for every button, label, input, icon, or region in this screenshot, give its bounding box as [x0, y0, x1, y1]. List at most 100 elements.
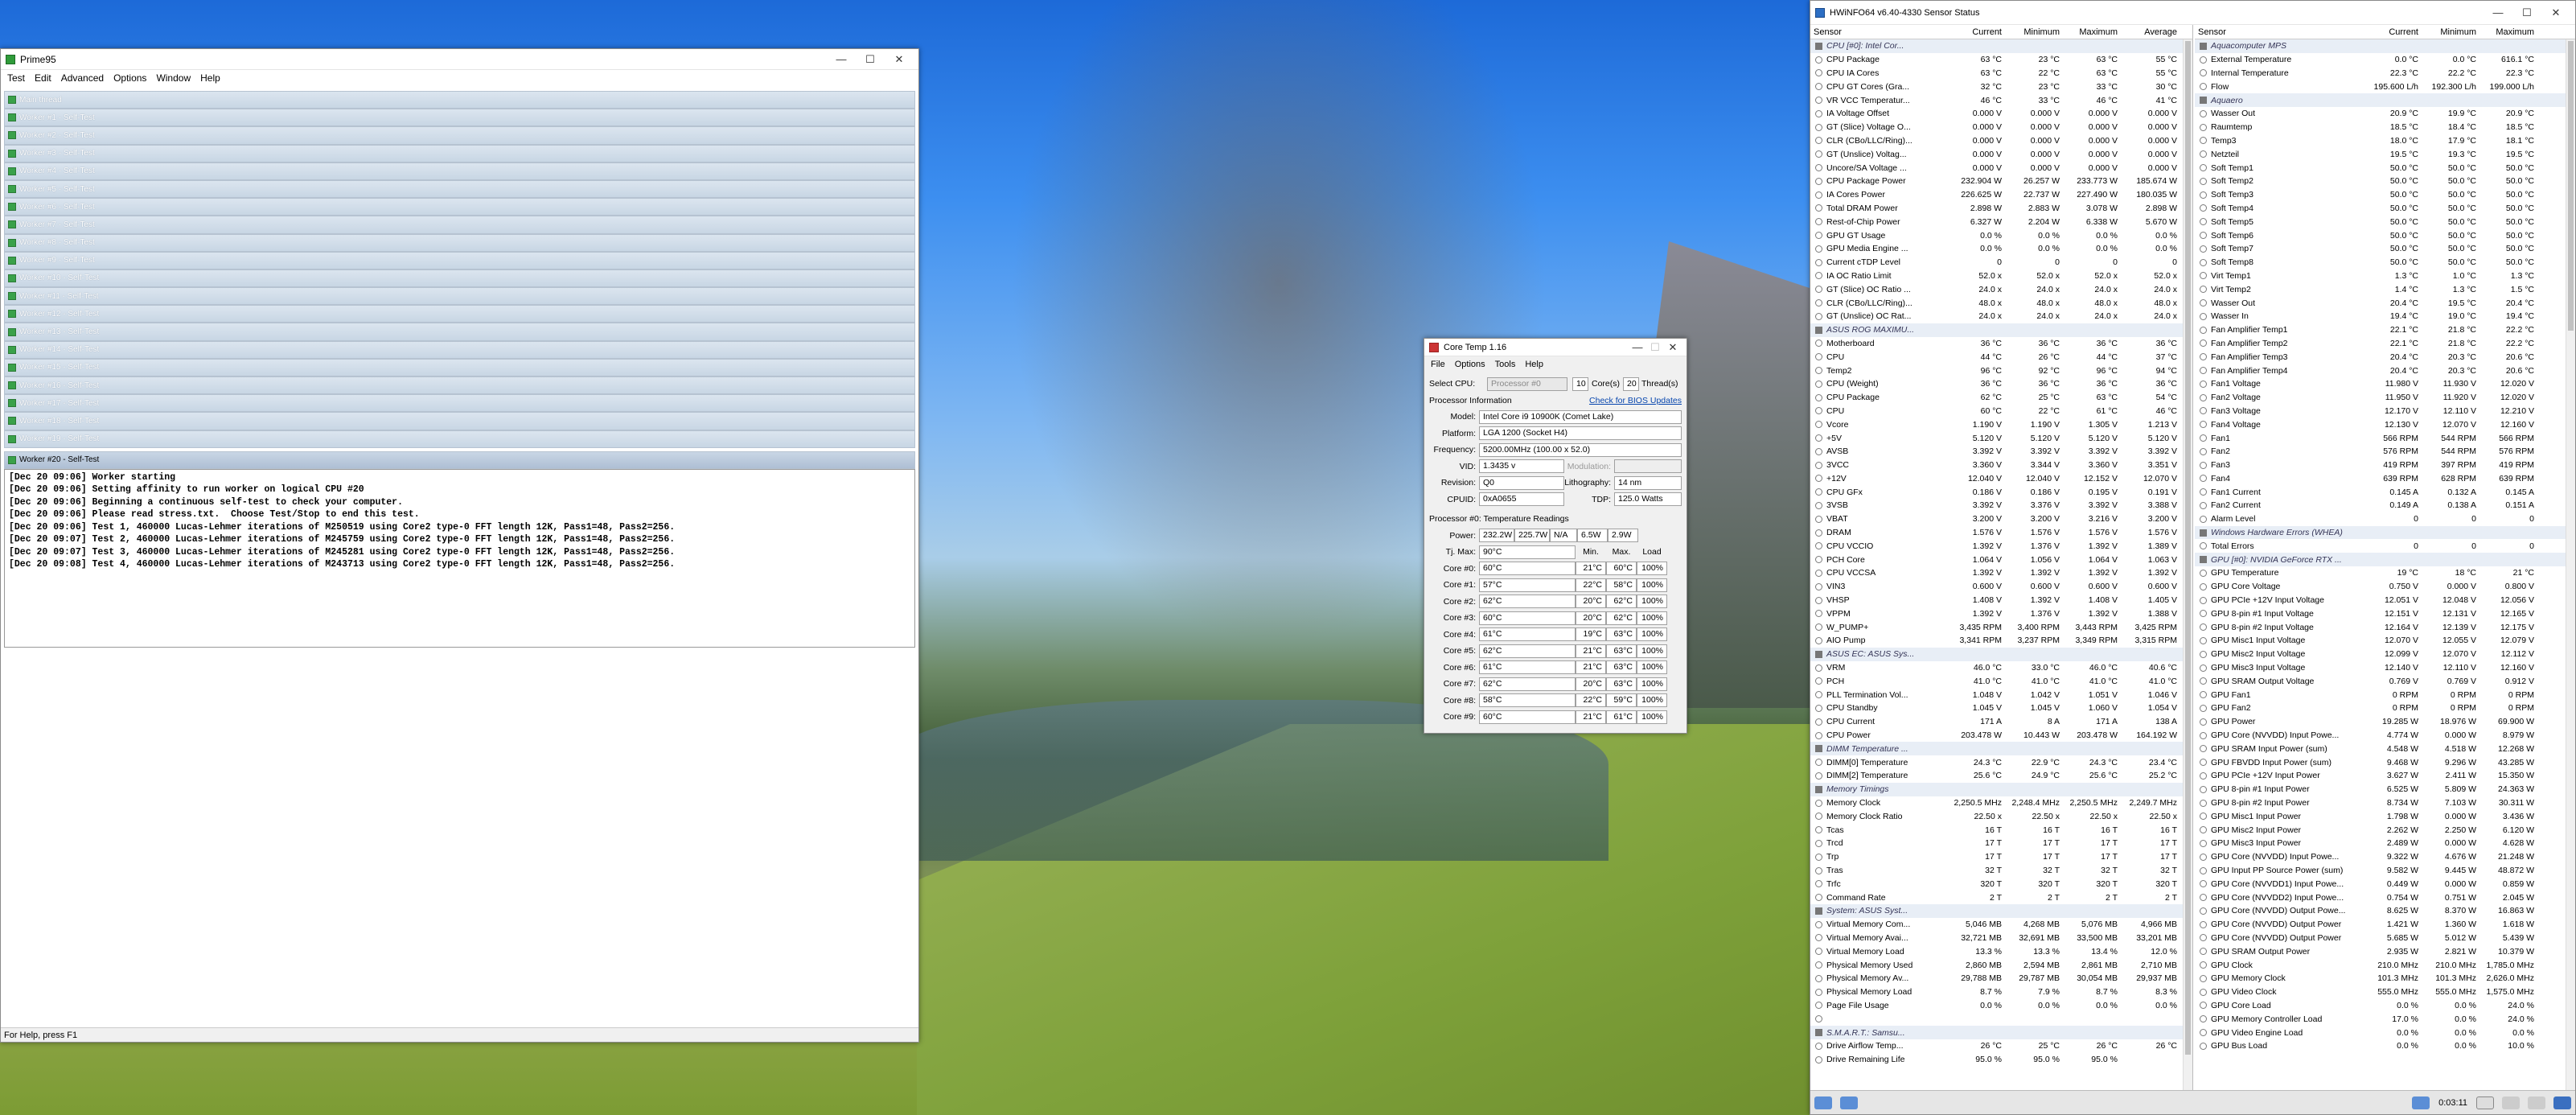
menu-test[interactable]: Test [2, 72, 30, 84]
sensor-row[interactable]: GPU GT Usage 0.0 % 0.0 % 0.0 % 0.0 % [1810, 228, 2192, 242]
sensor-row[interactable]: CPU Package 62 °C 25 °C 63 °C 54 °C [1810, 391, 2192, 405]
sensor-row[interactable]: Flow 195.600 L/h 192.300 L/h 199.000 L/h [2195, 80, 2575, 93]
sensor-row[interactable]: GPU Core (NVVDD) Output Power 1.421 W 1.36… [2195, 918, 2575, 932]
arrow-right-icon[interactable] [1840, 1096, 1858, 1109]
sensor-row[interactable]: Fan Amplifier Temp1 22.1 °C 21.8 °C 22.2 °C [2195, 323, 2575, 337]
clock-icon[interactable] [2476, 1096, 2494, 1109]
sensor-row[interactable]: Drive Airflow Temp... 26 °C 25 °C 26 °C 26 °… [1810, 1039, 2192, 1053]
sensor-row[interactable]: GPU 8-pin #1 Input Power 6.525 W 5.809 W 24… [2195, 783, 2575, 796]
sensor-row[interactable]: +5V 5.120 V 5.120 V 5.120 V 5.120 V [1810, 431, 2192, 445]
sensor-row[interactable]: GPU SRAM Output Power 2.935 W 2.821 W 10.37… [2195, 944, 2575, 958]
sensor-row[interactable]: Current cTDP Level 0 0 0 0 [1810, 256, 2192, 269]
sensor-row[interactable]: Fan4 639 RPM 628 RPM 639 RPM [2195, 472, 2575, 486]
menu-tools[interactable]: Tools [1490, 360, 1521, 369]
sensor-row[interactable]: CPU VCCSA 1.392 V 1.392 V 1.392 V 1.392 V [1810, 566, 2192, 580]
thread-window-titlebar[interactable]: Worker #10 - Self-Test [4, 269, 915, 288]
sensor-row[interactable]: 3VCC 3.360 V 3.344 V 3.360 V 3.351 V [1810, 459, 2192, 472]
active-thread-titlebar[interactable]: Worker #20 - Self-Test [4, 451, 915, 469]
sensor-row[interactable]: Fan2 Current 0.149 A 0.138 A 0.151 A [2195, 499, 2575, 512]
sensor-row[interactable]: Memory Clock 2,250.5 MHz 2,248.4 MHz 2,250.… [1810, 796, 2192, 810]
sensor-row[interactable]: CPU GFx 0.186 V 0.186 V 0.195 V 0.191 V [1810, 485, 2192, 499]
maximize-icon[interactable]: ☐ [1646, 341, 1664, 354]
sensor-row[interactable]: Wasser Out 20.9 °C 19.9 °C 20.9 °C [2195, 107, 2575, 121]
sensor-row[interactable]: GPU Power 19.285 W 18.976 W 69.900 W [2195, 715, 2575, 729]
sensor-row[interactable]: Memory Clock Ratio 22.50 x 22.50 x 22.50 x 2… [1810, 809, 2192, 823]
arrow-left-icon[interactable] [1814, 1096, 1832, 1109]
sensor-row[interactable]: CPU 60 °C 22 °C 61 °C 46 °C [1810, 405, 2192, 418]
sensor-row[interactable]: VR VCC Temperatur... 46 °C 33 °C 46 °C 41 °C [1810, 93, 2192, 107]
minimize-icon[interactable]: — [827, 53, 856, 65]
sensor-row[interactable]: DRAM 1.576 V 1.576 V 1.576 V 1.576 V [1810, 526, 2192, 540]
sensor-row[interactable]: GPU 8-pin #2 Input Power 8.734 W 7.103 W 30… [2195, 796, 2575, 810]
sensor-row[interactable]: GPU Core (NVVDD) Input Powe... 9.322 W 4.6… [2195, 850, 2575, 864]
sensor-row[interactable]: PCH 41.0 °C 41.0 °C 41.0 °C 41.0 °C [1810, 674, 2192, 688]
sensor-row[interactable]: Soft Temp8 50.0 °C 50.0 °C 50.0 °C [2195, 256, 2575, 269]
sensor-row[interactable]: Drive Remaining Life 95.0 % 95.0 % 95.0 % [1810, 1053, 2192, 1067]
sensor-row[interactable]: Virtual Memory Avai... 32,721 MB 32,691 MB… [1810, 932, 2192, 945]
thread-window-titlebar[interactable]: Worker #16 - Self-Test [4, 376, 915, 395]
sensor-row[interactable]: Internal Temperature 22.3 °C 22.2 °C 22.3 °… [2195, 67, 2575, 80]
sensor-group-row[interactable]: S.M.A.R.T.: Samsu... [1810, 1026, 2192, 1039]
sensor-row[interactable]: CPU Standby 1.045 V 1.045 V 1.060 V 1.054 V [1810, 702, 2192, 715]
sensor-row[interactable]: Trfc 320 T 320 T 320 T 320 T [1810, 877, 2192, 891]
column-header[interactable]: Minimum [2422, 27, 2479, 37]
sensor-row[interactable]: CLR (CBo/LLC/Ring)... 48.0 x 48.0 x 48.0 x 4… [1810, 296, 2192, 310]
scrollbar-left[interactable] [2183, 39, 2192, 1090]
sensor-row[interactable]: GPU Core (NVVDD2) Input Powe... 0.754 W 0.… [2195, 891, 2575, 904]
cpu-select[interactable]: Processor #0 [1487, 376, 1567, 391]
sensor-row[interactable]: Temp2 96 °C 92 °C 96 °C 94 °C [1810, 364, 2192, 377]
sensor-row[interactable]: Fan1 566 RPM 544 RPM 566 RPM [2195, 431, 2575, 445]
maximize-icon[interactable]: ☐ [2512, 6, 2541, 19]
sensor-row[interactable]: Physical Memory Load 8.7 % 7.9 % 8.7 % 8.3 % [1810, 985, 2192, 999]
sensor-row[interactable]: GPU SRAM Output Voltage 0.769 V 0.769 V 0.9… [2195, 674, 2575, 688]
prime95-window[interactable]: Prime95 — ☐ ✕ Test Edit Advanced Options… [0, 48, 919, 1043]
sensor-row[interactable]: IA OC Ratio Limit 52.0 x 52.0 x 52.0 x 52.0 … [1810, 269, 2192, 283]
sensor-row[interactable]: GPU Temperature 19 °C 18 °C 21 °C [2195, 566, 2575, 580]
sensor-row[interactable]: Fan1 Voltage 11.980 V 11.930 V 12.020 V [2195, 377, 2575, 391]
sensor-group-row[interactable]: GPU [#0]: NVIDIA GeForce RTX ... [2195, 553, 2575, 567]
report-icon[interactable] [2502, 1096, 2520, 1109]
thread-window-titlebar[interactable]: Worker #19 - Self-Test [4, 430, 915, 448]
menu-window[interactable]: Window [151, 72, 195, 84]
sensor-row[interactable]: GPU Core (NVVDD) Input Powe... 4.774 W 0.0… [2195, 729, 2575, 743]
minimize-icon[interactable]: — [1629, 341, 1646, 353]
thread-window-titlebar[interactable]: Worker #8 - Self-Test [4, 233, 915, 252]
sensor-row[interactable]: Fan4 Voltage 12.130 V 12.070 V 12.160 V [2195, 418, 2575, 431]
sensor-row[interactable]: GPU Memory Controller Load 17.0 % 0.0 % 24.… [2195, 1012, 2575, 1026]
thread-window-titlebar[interactable]: Worker #9 - Self-Test [4, 251, 915, 269]
sensor-row[interactable]: DIMM[0] Temperature 24.3 °C 22.9 °C 24.3 °C… [1810, 755, 2192, 769]
column-header[interactable]: Current [1947, 27, 2005, 37]
sensor-row[interactable]: GPU Core Load 0.0 % 0.0 % 24.0 % [2195, 999, 2575, 1013]
sensor-pane-left[interactable]: Sensor Current Minimum Maximum Average CPU [… [1810, 25, 2193, 1090]
sensor-row[interactable]: GPU SRAM Input Power (sum) 4.548 W 4.518 W… [2195, 742, 2575, 755]
thread-window-titlebar[interactable]: Worker #14 - Self-Test [4, 340, 915, 359]
sensor-row[interactable]: GPU Misc1 Input Voltage 12.070 V 12.055 V 1… [2195, 634, 2575, 648]
sensor-row[interactable]: GPU Media Engine ... 0.0 % 0.0 % 0.0 % 0.0 % [1810, 242, 2192, 256]
menu-options[interactable]: Options [1450, 360, 1490, 369]
menu-help[interactable]: Help [1520, 360, 1548, 369]
sensor-row[interactable]: CPU Current 171 A 8 A 171 A 138 A [1810, 715, 2192, 729]
menu-advanced[interactable]: Advanced [56, 72, 109, 84]
column-header[interactable]: Maximum [2479, 27, 2537, 37]
sensor-row[interactable]: CLR (CBo/LLC/Ring)... 0.000 V 0.000 V 0.000… [1810, 134, 2192, 148]
sensor-row[interactable]: Fan Amplifier Temp2 22.1 °C 21.8 °C 22.2 °C [2195, 337, 2575, 351]
sensor-row[interactable]: GPU Core (NVVDD) Output Powe... 8.625 W 8.… [2195, 904, 2575, 918]
maximize-icon[interactable]: ☐ [856, 53, 885, 66]
sensor-row[interactable]: GPU Bus Load 0.0 % 0.0 % 10.0 % [2195, 1039, 2575, 1053]
sensor-row[interactable]: Soft Temp6 50.0 °C 50.0 °C 50.0 °C [2195, 228, 2575, 242]
sensor-row[interactable]: VBAT 3.200 V 3.200 V 3.216 V 3.200 V [1810, 512, 2192, 526]
hwinfo-titlebar[interactable]: HWiNFO64 v6.40-4330 Sensor Status — ☐ ✕ [1810, 1, 2575, 25]
sensor-row[interactable]: Uncore/SA Voltage ... 0.000 V 0.000 V 0.000… [1810, 161, 2192, 175]
sensor-row[interactable]: VPPM 1.392 V 1.376 V 1.392 V 1.388 V [1810, 607, 2192, 620]
sensor-row[interactable]: Tras 32 T 32 T 32 T 32 T [1810, 864, 2192, 878]
sensor-row[interactable]: GPU Clock 210.0 MHz 210.0 MHz 1,785.0 MHz [2195, 958, 2575, 972]
column-header[interactable]: Average [2121, 27, 2180, 37]
sensor-row[interactable]: Raumtemp 18.5 °C 18.4 °C 18.5 °C [2195, 121, 2575, 134]
coretemp-titlebar[interactable]: Core Temp 1.16 — ☐ ✕ [1424, 339, 1687, 356]
sensor-row[interactable]: VIN3 0.600 V 0.600 V 0.600 V 0.600 V [1810, 580, 2192, 594]
sensor-pane-right[interactable]: Sensor Current Minimum Maximum Aquacomputer… [2195, 25, 2575, 1090]
sensor-row[interactable]: GPU Misc2 Input Power 2.262 W 2.250 W 6.120… [2195, 823, 2575, 837]
coretemp-window[interactable]: Core Temp 1.16 — ☐ ✕ File Options Tools … [1424, 338, 1687, 734]
sensor-row[interactable]: Temp3 18.0 °C 17.9 °C 18.1 °C [2195, 134, 2575, 148]
network-icon[interactable] [2412, 1096, 2430, 1109]
